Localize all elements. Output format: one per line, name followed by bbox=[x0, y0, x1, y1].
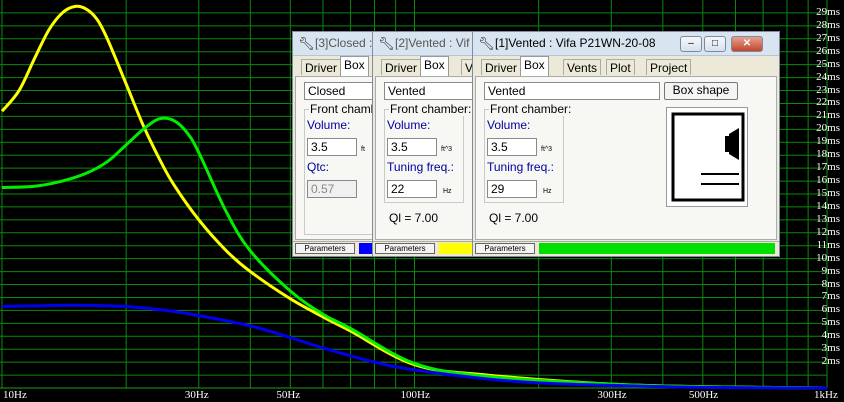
tuning-unit: Hz bbox=[543, 188, 552, 195]
parameters-button[interactable]: Parameters bbox=[375, 243, 435, 254]
x-tick-label: 1kHz bbox=[814, 389, 838, 401]
window-vented-29hz[interactable]: 🔧︎ [1]Vented : Vifa P21WN-20-08 ‒ □ ✕ Dr… bbox=[472, 31, 780, 257]
parameters-button[interactable]: Parameters bbox=[295, 243, 355, 254]
y-tick-label: 2ms bbox=[821, 355, 840, 368]
x-tick-label: 300Hz bbox=[597, 389, 627, 401]
tab-box[interactable]: Box bbox=[520, 56, 549, 76]
volume-unit: ft bbox=[361, 146, 365, 153]
tuning-input[interactable]: 29 bbox=[487, 180, 537, 198]
tab-plot[interactable]: Plot bbox=[606, 59, 635, 75]
tab-vents[interactable]: Vents bbox=[563, 59, 602, 75]
tab-box[interactable]: Box bbox=[340, 56, 369, 76]
y-tick-label: 11ms bbox=[816, 238, 840, 251]
y-tick-label: 6ms bbox=[821, 303, 840, 316]
window-title: [1]Vented : Vifa P21WN-20-08 bbox=[495, 36, 656, 50]
y-tick-label: 19ms bbox=[816, 135, 840, 148]
y-tick-label: 21ms bbox=[816, 109, 840, 122]
y-tick-label: 17ms bbox=[816, 161, 840, 174]
qtc-field: 0.57 bbox=[307, 180, 357, 198]
tab-driver[interactable]: Driver bbox=[301, 59, 341, 75]
y-tick-label: 7ms bbox=[821, 290, 840, 303]
title-bar[interactable]: 🔧︎ [1]Vented : Vifa P21WN-20-08 ‒ □ ✕ bbox=[473, 32, 779, 56]
tab-box[interactable]: Box bbox=[420, 56, 449, 76]
tuning-unit: Hz bbox=[443, 188, 452, 195]
y-tick-label: 10ms bbox=[816, 251, 840, 264]
y-tick-label: 26ms bbox=[816, 44, 840, 57]
ql-value: Ql = 7.00 bbox=[489, 211, 539, 225]
tab-project[interactable]: Project bbox=[646, 59, 692, 75]
wrench-icon: 🔧︎ bbox=[298, 36, 315, 51]
y-tick-label: 14ms bbox=[816, 199, 840, 212]
box-panel: Vented Box shape Front chamber: Volume: … bbox=[475, 76, 777, 240]
status-bar: Parameters bbox=[373, 241, 481, 256]
close-icon[interactable]: ✕ bbox=[731, 36, 763, 52]
y-tick-label: 20ms bbox=[816, 122, 840, 135]
maximize-icon[interactable]: □ bbox=[704, 36, 726, 52]
tuning-label: Tuning freq.: bbox=[387, 160, 454, 174]
y-tick-label: 3ms bbox=[821, 342, 840, 355]
volume-label: Volume: bbox=[487, 118, 531, 132]
y-tick-label: 15ms bbox=[816, 187, 840, 199]
x-tick-label: 30Hz bbox=[184, 389, 209, 401]
front-chamber-label: Front chamber: bbox=[389, 102, 473, 116]
volume-label: Volume: bbox=[307, 118, 351, 132]
y-tick-label: 29ms bbox=[816, 5, 840, 18]
tab-strip: Driver Box Vents Plot Project bbox=[475, 56, 779, 76]
y-tick-label: 23ms bbox=[816, 83, 840, 96]
y-tick-label: 9ms bbox=[821, 264, 840, 277]
volume-unit: ft^3 bbox=[441, 146, 453, 153]
box-shape-preview bbox=[666, 107, 748, 207]
volume-input[interactable]: 3.5 bbox=[307, 138, 357, 156]
status-bar: Parameters bbox=[473, 241, 779, 256]
y-tick-label: 4ms bbox=[821, 329, 840, 342]
y-tick-label: 12ms bbox=[816, 225, 840, 238]
curve-color-swatch bbox=[539, 243, 775, 254]
y-tick-label: 5ms bbox=[821, 316, 840, 329]
window-vented-22hz[interactable]: 🔧︎ [2]Vented : Vif Driver Box V Vented F… bbox=[372, 31, 482, 257]
tab-driver[interactable]: Driver bbox=[381, 59, 421, 75]
volume-unit: ft^3 bbox=[541, 146, 553, 153]
y-tick-label: 28ms bbox=[816, 18, 840, 31]
box-panel: Vented Front chamber: Volume: 3.5 ft^3 T… bbox=[375, 76, 481, 240]
window-title: [3]Closed : bbox=[315, 36, 373, 50]
x-tick-label: 100Hz bbox=[400, 389, 430, 401]
tab-strip: Driver Box V bbox=[375, 56, 481, 76]
window-title: [2]Vented : Vif bbox=[395, 36, 470, 50]
x-tick-label: 500Hz bbox=[688, 389, 719, 401]
y-tick-label: 18ms bbox=[816, 148, 840, 161]
enclosure-icon bbox=[671, 112, 745, 202]
y-tick-label: 8ms bbox=[821, 277, 840, 290]
front-chamber-group: Front chamber: Volume: 3.5 ft^3 Tuning f… bbox=[484, 102, 573, 203]
y-tick-label: 25ms bbox=[816, 57, 840, 70]
x-tick-label: 50Hz bbox=[276, 389, 301, 401]
box-shape-button[interactable]: Box shape bbox=[664, 82, 738, 100]
tuning-input[interactable]: 22 bbox=[387, 180, 437, 198]
volume-label: Volume: bbox=[387, 118, 431, 132]
wrench-icon: 🔧︎ bbox=[378, 36, 395, 51]
y-tick-label: 22ms bbox=[816, 96, 840, 109]
front-chamber-group: Front chamber: Volume: 3.5 ft^3 Tuning f… bbox=[384, 102, 473, 203]
y-tick-label: 24ms bbox=[816, 70, 840, 83]
box-type-field[interactable]: Vented bbox=[384, 82, 480, 100]
tab-driver[interactable]: Driver bbox=[481, 59, 521, 75]
y-tick-label: 27ms bbox=[816, 31, 840, 44]
title-bar[interactable]: 🔧︎ [2]Vented : Vif bbox=[373, 32, 481, 56]
volume-input[interactable]: 3.5 bbox=[387, 138, 437, 156]
parameters-button[interactable]: Parameters bbox=[475, 243, 535, 254]
qtc-label: Qtc: bbox=[307, 160, 330, 174]
y-tick-label: 16ms bbox=[816, 174, 840, 187]
y-tick-label: 13ms bbox=[816, 212, 840, 225]
minimize-icon[interactable]: ‒ bbox=[680, 36, 702, 52]
x-tick-label: 10Hz bbox=[3, 389, 27, 401]
box-type-field[interactable]: Vented bbox=[484, 82, 660, 100]
volume-input[interactable]: 3.5 bbox=[487, 138, 537, 156]
ql-value: Ql = 7.00 bbox=[389, 211, 439, 225]
front-chamber-label: Front chamber: bbox=[489, 102, 573, 116]
wrench-icon: 🔧︎ bbox=[478, 36, 495, 51]
tuning-label: Tuning freq.: bbox=[487, 160, 554, 174]
